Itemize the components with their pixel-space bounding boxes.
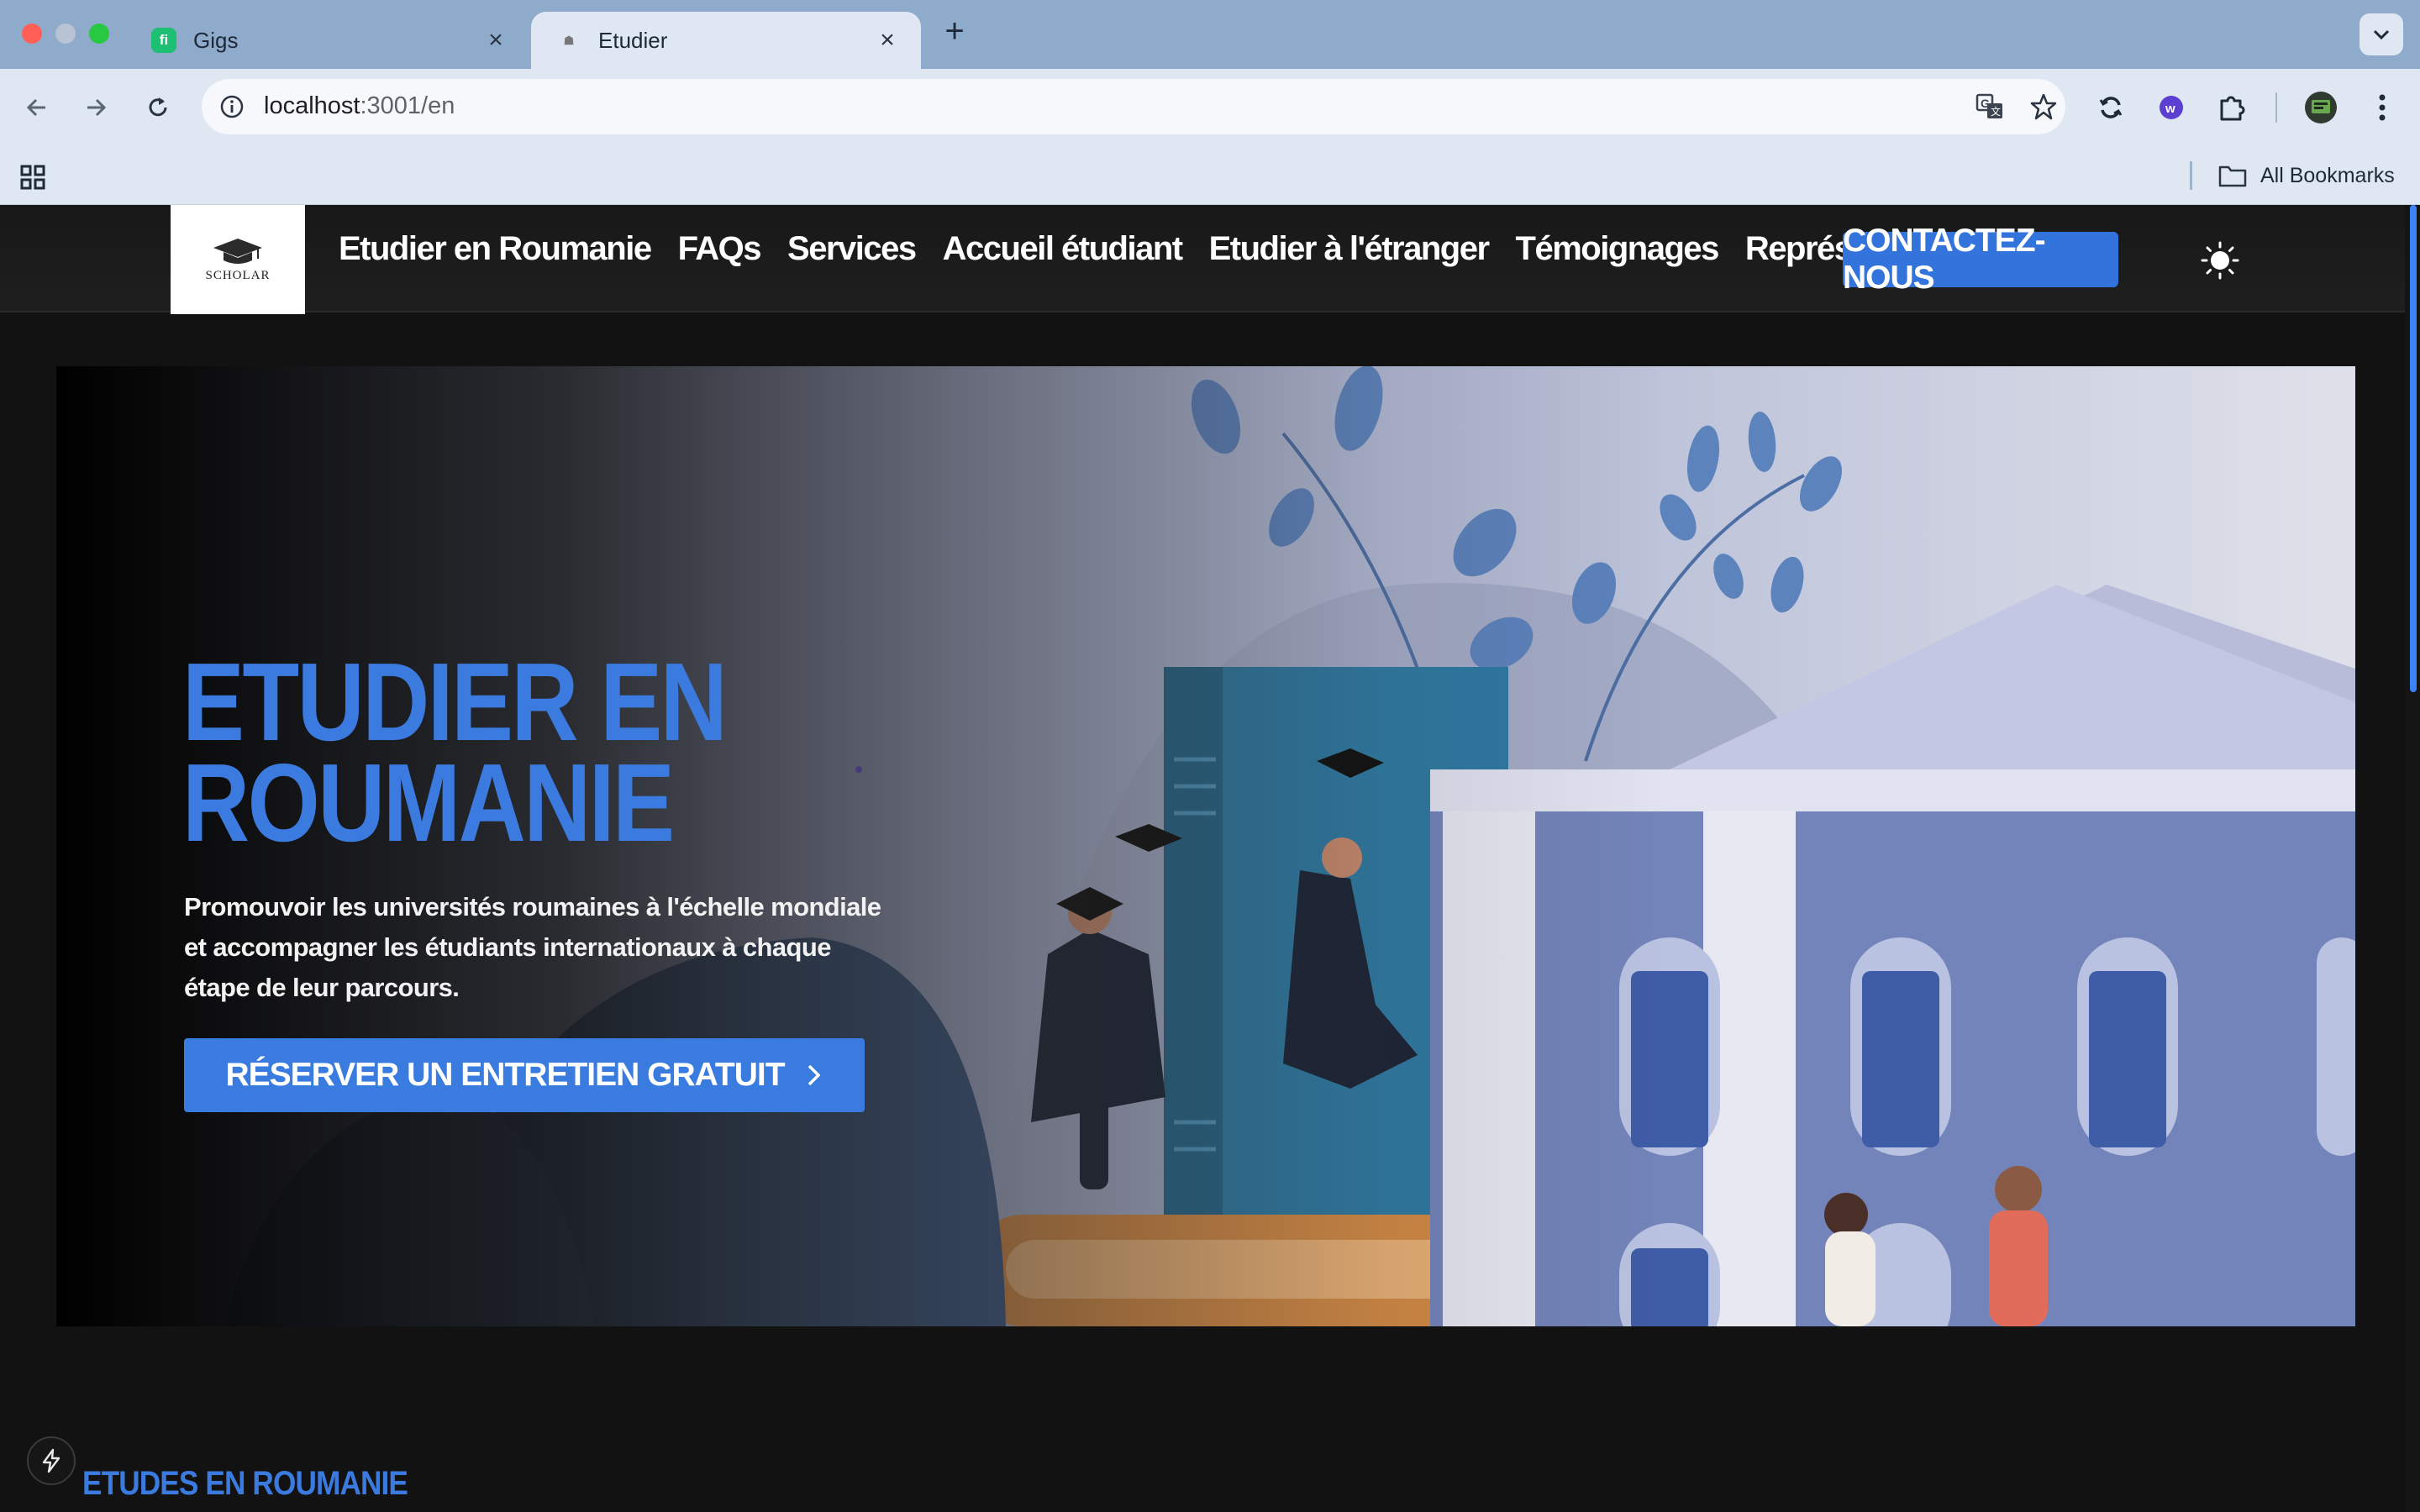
- main-nav: Etudier en Roumanie FAQs Services Accuei…: [339, 230, 1991, 268]
- site-logo[interactable]: SCHOLAR: [171, 205, 305, 314]
- contact-us-button[interactable]: CONTACTEZ-NOUS: [1843, 223, 2118, 296]
- book-interview-label: RÉSERVER UN ENTRETIEN GRATUIT: [225, 1057, 785, 1093]
- bookmark-star-icon[interactable]: [2027, 90, 2060, 123]
- sync-extension-icon[interactable]: [2091, 88, 2130, 127]
- nav-etudier-en-roumanie[interactable]: Etudier en Roumanie: [339, 230, 652, 268]
- close-tab-icon[interactable]: ×: [482, 26, 509, 54]
- chevron-down-icon: [2373, 29, 2390, 40]
- tab-etudier[interactable]: ☗ Etudier ×: [531, 12, 921, 69]
- tab-strip: fi Gigs × ☗ Etudier × +: [0, 0, 2420, 69]
- nav-faqs[interactable]: FAQs: [678, 230, 762, 268]
- theme-toggle-button[interactable]: [2200, 240, 2240, 281]
- svg-text:文: 文: [1991, 105, 2001, 118]
- all-bookmarks-label: All Bookmarks: [2260, 163, 2395, 187]
- new-tab-button[interactable]: +: [939, 14, 970, 48]
- fiverr-icon: fi: [151, 28, 176, 53]
- dev-tools-badge[interactable]: [27, 1436, 76, 1485]
- url-path: :3001/en: [360, 92, 455, 119]
- arrow-right-icon: [87, 98, 107, 117]
- graduation-cap-icon: [213, 238, 262, 264]
- svg-text:w: w: [2165, 102, 2175, 116]
- forward-button[interactable]: [76, 87, 116, 128]
- reload-button[interactable]: [138, 87, 178, 128]
- reload-icon: [149, 97, 167, 117]
- nav-temoignages[interactable]: Témoignages: [1516, 230, 1720, 268]
- book-interview-button[interactable]: RÉSERVER UN ENTRETIEN GRATUIT: [184, 1038, 865, 1112]
- bookmarks-separator: [2190, 161, 2192, 190]
- minimize-window-button[interactable]: [55, 24, 76, 44]
- translate-icon[interactable]: G文: [1973, 90, 2007, 123]
- site-header: SCHOLAR Etudier en Roumanie FAQs Service…: [0, 205, 2405, 314]
- nav-etudier-a-letranger[interactable]: Etudier à l'étranger: [1209, 230, 1490, 268]
- scrollbar-thumb[interactable]: [2410, 205, 2417, 692]
- url-host: localhost: [264, 92, 360, 119]
- lightning-icon: [42, 1448, 60, 1473]
- site-info-icon[interactable]: [215, 90, 249, 123]
- extension-circle-icon[interactable]: w: [2152, 88, 2191, 127]
- tab-title: Etudier: [598, 27, 668, 53]
- profile-avatar[interactable]: [2302, 88, 2340, 127]
- address-bar[interactable]: localhost:3001/en G文: [202, 79, 2065, 134]
- nav-accueil-etudiant[interactable]: Accueil étudiant: [943, 230, 1183, 268]
- maximize-window-button[interactable]: [89, 24, 109, 44]
- bookmarks-bar: All Bookmarks: [0, 146, 2420, 205]
- section-title: ETUDES EN ROUMANIE: [82, 1465, 408, 1502]
- all-bookmarks-button[interactable]: All Bookmarks: [2218, 160, 2395, 192]
- chevron-right-icon: [808, 1064, 821, 1086]
- hero-title: ETUDIER EN ROUMANIE: [182, 640, 728, 864]
- close-tab-icon[interactable]: ×: [874, 26, 901, 54]
- url-text: localhost:3001/en: [264, 92, 455, 120]
- folder-icon: [2218, 165, 2247, 187]
- extensions-puzzle-icon[interactable]: [2212, 88, 2251, 127]
- hero-banner: ETUDIER EN ROUMANIE Promouvoir les unive…: [56, 366, 2355, 1326]
- tab-search-button[interactable]: [2360, 13, 2403, 55]
- page-scrollbar[interactable]: [2405, 205, 2420, 1512]
- back-button[interactable]: [17, 87, 57, 128]
- hero-subtitle: Promouvoir les universités roumaines à l…: [184, 892, 881, 1002]
- browser-menu-icon[interactable]: [2363, 88, 2402, 127]
- apps-grid-icon[interactable]: [18, 163, 47, 192]
- toolbar-separator: [2275, 92, 2277, 123]
- logo-text: SCHOLAR: [205, 268, 271, 282]
- browser-toolbar: localhost:3001/en G文 w: [0, 69, 2420, 146]
- arrow-left-icon: [26, 98, 45, 117]
- close-window-button[interactable]: [22, 24, 42, 44]
- sun-icon: [2201, 241, 2239, 280]
- tab-title: Gigs: [193, 27, 239, 53]
- web-page: SCHOLAR Etudier en Roumanie FAQs Service…: [0, 205, 2405, 1512]
- nav-services[interactable]: Services: [787, 230, 917, 268]
- scholar-favicon: ☗: [563, 33, 575, 47]
- tab-gigs[interactable]: fi Gigs ×: [126, 12, 529, 69]
